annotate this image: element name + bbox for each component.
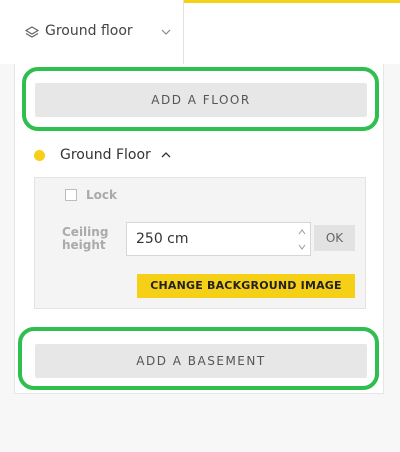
add-floor-highlight (22, 67, 379, 131)
accent-line (184, 0, 400, 3)
floor-settings: Lock Ceiling height 250 cm OK CHANGE BAC… (34, 177, 366, 309)
floor-row-ground[interactable]: Ground Floor (34, 144, 172, 166)
spinner-down-icon[interactable] (297, 243, 307, 251)
lock-checkbox[interactable] (65, 189, 77, 201)
chevron-down-icon (161, 29, 171, 35)
floor-name: Ground Floor (60, 147, 151, 163)
floor-color-dot (34, 149, 45, 161)
ceiling-height-value: 250 cm (136, 231, 189, 247)
ceiling-height-label: Ceiling height (62, 225, 109, 252)
change-background-button[interactable]: CHANGE BACKGROUND IMAGE (137, 274, 355, 298)
top-bar: Ground floor (0, 0, 400, 64)
add-basement-highlight (18, 327, 379, 390)
ok-button[interactable]: OK (314, 225, 355, 251)
floor-selector-label: Ground floor (45, 23, 133, 39)
chevron-up-icon[interactable] (160, 149, 172, 161)
lock-toggle[interactable]: Lock (65, 188, 117, 202)
lock-label: Lock (86, 188, 117, 202)
layers-icon (24, 26, 40, 38)
spinner-up-icon[interactable] (297, 228, 307, 236)
floor-selector[interactable]: Ground floor (14, 0, 184, 64)
ceiling-height-input[interactable]: 250 cm (126, 222, 311, 256)
